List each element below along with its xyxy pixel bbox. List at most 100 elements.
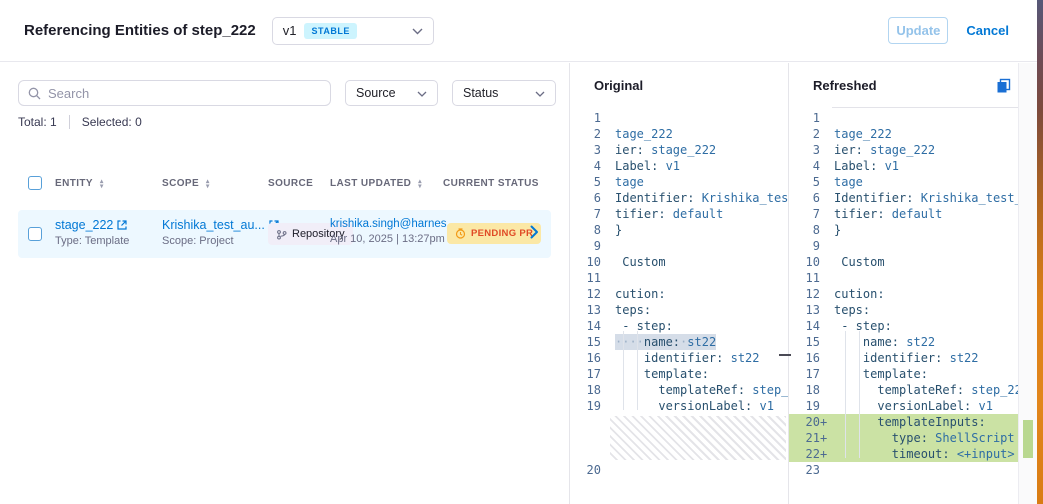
search-input[interactable] bbox=[48, 86, 330, 101]
line-number: 14 bbox=[570, 318, 610, 334]
last-updated-cell: krishika.singh@harnes... Apr 10, 2025 | … bbox=[330, 218, 456, 245]
search-icon bbox=[28, 87, 41, 100]
cancel-button[interactable]: Cancel bbox=[966, 23, 1009, 38]
column-current-status: CURRENT STATUS bbox=[443, 178, 539, 189]
column-current-status-label: CURRENT STATUS bbox=[443, 178, 539, 189]
column-last-updated[interactable]: LAST UPDATED ▴▾ bbox=[330, 178, 422, 189]
code-line: 11 bbox=[789, 270, 1018, 286]
column-entity[interactable]: ENTITY ▴▾ bbox=[55, 178, 104, 189]
updated-by-link[interactable]: krishika.singh@harnes... bbox=[330, 218, 456, 230]
select-all-checkbox[interactable] bbox=[28, 176, 42, 190]
copy-icon[interactable] bbox=[996, 78, 1012, 94]
diff-overview-ruler[interactable] bbox=[1018, 63, 1037, 504]
line-number: 9 bbox=[789, 238, 829, 254]
code-line: 3ier: stage_222 bbox=[570, 142, 788, 158]
line-number: 18 bbox=[789, 382, 829, 398]
code-line: 2tage_222 bbox=[789, 126, 1018, 142]
code-line: 10 Custom bbox=[570, 254, 788, 270]
line-number: 9 bbox=[570, 238, 610, 254]
column-scope-label: SCOPE bbox=[162, 178, 199, 189]
stable-badge: STABLE bbox=[304, 23, 356, 39]
entity-type: Type: Template bbox=[55, 235, 129, 247]
refreshed-title: Refreshed bbox=[789, 63, 1018, 105]
column-entity-label: ENTITY bbox=[55, 178, 93, 189]
line-number: 19 bbox=[789, 398, 829, 414]
refreshed-code-editor[interactable]: 12tage_2223ier: stage_2224Label: v15tage… bbox=[789, 106, 1018, 504]
refreshed-top-border bbox=[832, 107, 1018, 108]
status-filter-label: Status bbox=[463, 86, 498, 100]
code-line: 16 identifier: st22 bbox=[789, 350, 1018, 366]
code-line: 10 Custom bbox=[789, 254, 1018, 270]
column-scope[interactable]: SCOPE ▴▾ bbox=[162, 178, 210, 189]
line-number: 3 bbox=[570, 142, 610, 158]
scope-link[interactable]: Krishika_test_au... bbox=[162, 218, 279, 232]
indent-guide bbox=[637, 331, 638, 410]
column-last-updated-label: LAST UPDATED bbox=[330, 178, 411, 189]
page-title: Referencing Entities of step_222 bbox=[24, 22, 256, 39]
row-expand-chevron[interactable] bbox=[530, 225, 539, 244]
scope-type: Scope: Project bbox=[162, 235, 279, 247]
line-number: 12 bbox=[789, 286, 829, 302]
totals-divider bbox=[69, 115, 70, 129]
header-actions: Update Cancel bbox=[888, 17, 1009, 44]
code-line: 4Label: v1 bbox=[789, 158, 1018, 174]
code-line: 19 versionLabel: v1 bbox=[570, 398, 788, 414]
scope-cell: Krishika_test_au... Scope: Project bbox=[162, 218, 279, 247]
update-button[interactable]: Update bbox=[888, 17, 948, 44]
line-number: 20+ bbox=[789, 414, 829, 430]
diff-sash-marker bbox=[779, 354, 791, 356]
source-filter-select[interactable]: Source bbox=[345, 80, 438, 106]
indent-guide bbox=[859, 331, 860, 458]
original-title: Original bbox=[570, 63, 788, 105]
line-number: 7 bbox=[570, 206, 610, 222]
line-number: 11 bbox=[570, 270, 610, 286]
line-number: 14 bbox=[789, 318, 829, 334]
line-number: 17 bbox=[789, 366, 829, 382]
line-number: 16 bbox=[570, 350, 610, 366]
sort-icon[interactable]: ▴▾ bbox=[206, 179, 210, 189]
line-number: 17 bbox=[570, 366, 610, 382]
page-edge-gradient bbox=[1037, 0, 1043, 504]
code-line: 20 bbox=[570, 462, 788, 478]
refreshed-panel: Refreshed 12tage_2223ier: stage_2224Labe… bbox=[789, 63, 1018, 504]
line-number: 13 bbox=[570, 302, 610, 318]
chevron-down-icon bbox=[412, 22, 423, 40]
code-line: 12cution: bbox=[789, 286, 1018, 302]
code-line: 12cution: bbox=[570, 286, 788, 302]
line-number: 20 bbox=[570, 462, 610, 478]
line-number: 19 bbox=[570, 398, 610, 414]
row-checkbox[interactable] bbox=[28, 227, 42, 241]
line-number: 10 bbox=[789, 254, 829, 270]
chevron-down-icon bbox=[535, 86, 545, 100]
code-line: 18 templateRef: step_222 bbox=[570, 382, 788, 398]
code-line: 4Label: v1 bbox=[570, 158, 788, 174]
drawer-header: Referencing Entities of step_222 v1 STAB… bbox=[0, 0, 1037, 62]
code-line: 14 - step: bbox=[570, 318, 788, 334]
line-number: 15 bbox=[570, 334, 610, 350]
entity-link[interactable]: stage_222 bbox=[55, 218, 129, 232]
line-number: 5 bbox=[570, 174, 610, 190]
code-line: 20+ templateInputs: bbox=[789, 414, 1018, 430]
chevron-down-icon bbox=[417, 86, 427, 100]
code-line: 1 bbox=[570, 110, 788, 126]
original-code-editor[interactable]: 12tage_2223ier: stage_2224Label: v15tage… bbox=[570, 106, 788, 504]
code-line: 5tage bbox=[789, 174, 1018, 190]
sort-icon[interactable]: ▴▾ bbox=[418, 179, 422, 189]
code-line: 19 versionLabel: v1 bbox=[789, 398, 1018, 414]
sort-icon[interactable]: ▴▾ bbox=[100, 179, 104, 189]
code-line: 17 template: bbox=[570, 366, 788, 382]
repository-icon bbox=[276, 229, 287, 240]
line-number: 6 bbox=[570, 190, 610, 206]
entities-panel: Source Status Total: 1 Selected: 0 ENTIT… bbox=[0, 63, 570, 504]
line-number: 6 bbox=[789, 190, 829, 206]
line-number: 4 bbox=[570, 158, 610, 174]
table-row[interactable]: stage_222 Type: Template Krishika_test_a… bbox=[18, 210, 551, 258]
code-line: 13teps: bbox=[570, 302, 788, 318]
code-line: 16 identifier: st22 bbox=[570, 350, 788, 366]
code-line: 7tifier: default bbox=[789, 206, 1018, 222]
code-line: 5tage bbox=[570, 174, 788, 190]
status-filter-select[interactable]: Status bbox=[452, 80, 556, 106]
status-badge-label: PENDING PR bbox=[471, 228, 533, 239]
line-number: 11 bbox=[789, 270, 829, 286]
version-select[interactable]: v1 STABLE bbox=[272, 17, 434, 45]
